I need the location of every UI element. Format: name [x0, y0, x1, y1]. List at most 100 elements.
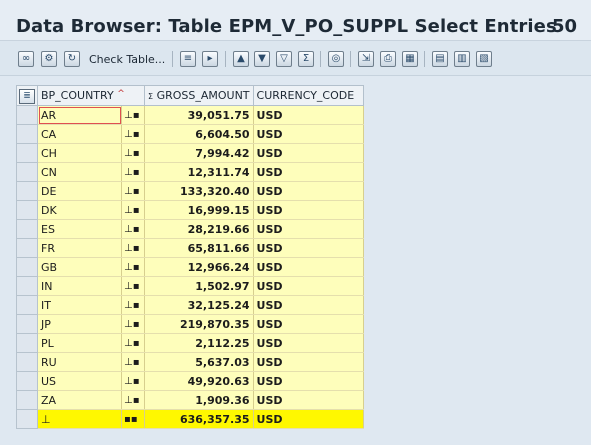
bp-country-cell[interactable]: CN: [37, 162, 122, 182]
table-row[interactable]: US ⊥▪ 49,920.63 USD: [16, 371, 364, 391]
row-selector[interactable]: [16, 200, 38, 220]
gross-amount-cell[interactable]: 6,604.50: [144, 124, 254, 144]
sort-ascending-icon[interactable]: ▲: [233, 50, 249, 68]
total-currency-cell[interactable]: USD: [253, 409, 364, 429]
filter-icon[interactable]: ▽: [276, 50, 292, 68]
table-row[interactable]: ES ⊥▪ 28,219.66 USD: [16, 219, 364, 239]
refresh-settings-icon[interactable]: ⚙: [41, 50, 57, 68]
currency-code-cell[interactable]: USD: [253, 295, 364, 315]
refresh-icon[interactable]: ↻: [64, 50, 80, 68]
subtotal-cell[interactable]: ⊥▪: [121, 257, 145, 277]
glasses-icon[interactable]: ∞: [18, 50, 34, 68]
bp-country-cell[interactable]: ZA: [37, 390, 122, 410]
change-layout-icon[interactable]: ▥: [454, 50, 470, 68]
subtotal-cell[interactable]: ⊥▪: [121, 105, 145, 125]
table-row[interactable]: CN ⊥▪ 12,311.74 USD: [16, 162, 364, 182]
subtotal-cell[interactable]: ⊥▪: [121, 200, 145, 220]
row-selector[interactable]: [16, 105, 38, 125]
table-row[interactable]: AR ⊥▪ 39,051.75 USD: [16, 105, 364, 125]
currency-code-cell[interactable]: USD: [253, 162, 364, 182]
subtotal-cell[interactable]: ⊥▪: [121, 276, 145, 296]
print-icon[interactable]: ⎙: [380, 50, 396, 68]
row-selector[interactable]: [16, 181, 38, 201]
currency-code-cell[interactable]: USD: [253, 219, 364, 239]
subtotal-cell[interactable]: ⊥▪: [121, 238, 145, 258]
row-selector[interactable]: [16, 409, 38, 429]
currency-code-cell[interactable]: USD: [253, 390, 364, 410]
select-all-cell[interactable]: ≣: [16, 85, 38, 106]
currency-code-cell[interactable]: USD: [253, 257, 364, 277]
row-selector[interactable]: [16, 238, 38, 258]
table-row[interactable]: IT ⊥▪ 32,125.24 USD: [16, 295, 364, 315]
total-row[interactable]: ⊥ ▪▪ 636,357.35 USD: [16, 409, 364, 429]
details-icon[interactable]: ≡: [180, 50, 196, 68]
gross-amount-cell[interactable]: 12,311.74: [144, 162, 254, 182]
bp-country-cell[interactable]: US: [37, 371, 122, 391]
bp-country-cell[interactable]: ES: [37, 219, 122, 239]
subtotal-cell[interactable]: ⊥▪: [121, 314, 145, 334]
gross-amount-cell[interactable]: 49,920.63: [144, 371, 254, 391]
subtotal-cell[interactable]: ⊥▪: [121, 181, 145, 201]
subtotal-cell[interactable]: ⊥▪: [121, 390, 145, 410]
currency-code-cell[interactable]: USD: [253, 371, 364, 391]
table-row[interactable]: PL ⊥▪ 2,112.25 USD: [16, 333, 364, 353]
currency-code-cell[interactable]: USD: [253, 124, 364, 144]
bp-country-cell[interactable]: IN: [37, 276, 122, 296]
bp-country-cell[interactable]: RU: [37, 352, 122, 372]
subtotal-icon[interactable]: ◎: [328, 50, 344, 68]
row-selector[interactable]: [16, 333, 38, 353]
gross-amount-cell[interactable]: 1,502.97: [144, 276, 254, 296]
gross-amount-cell[interactable]: 32,125.24: [144, 295, 254, 315]
gross-amount-cell[interactable]: 39,051.75: [144, 105, 254, 125]
column-header-bp-country[interactable]: BP_COUNTRY ^: [37, 85, 145, 106]
currency-code-cell[interactable]: USD: [253, 276, 364, 296]
subtotal-cell[interactable]: ⊥▪: [121, 371, 145, 391]
row-selector[interactable]: [16, 276, 38, 296]
subtotal-cell[interactable]: ⊥▪: [121, 162, 145, 182]
subtotal-cell[interactable]: ⊥▪: [121, 143, 145, 163]
gross-amount-cell[interactable]: 1,909.36: [144, 390, 254, 410]
table-row[interactable]: CA ⊥▪ 6,604.50 USD: [16, 124, 364, 144]
row-selector[interactable]: [16, 124, 38, 144]
row-selector[interactable]: [16, 257, 38, 277]
bp-country-cell[interactable]: CH: [37, 143, 122, 163]
subtotal-cell[interactable]: ⊥▪: [121, 124, 145, 144]
bp-country-cell[interactable]: AR: [37, 105, 122, 125]
table-row[interactable]: DE ⊥▪ 133,320.40 USD: [16, 181, 364, 201]
table-row[interactable]: DK ⊥▪ 16,999.15 USD: [16, 200, 364, 220]
table-row[interactable]: ZA ⊥▪ 1,909.36 USD: [16, 390, 364, 410]
table-row[interactable]: JP ⊥▪ 219,870.35 USD: [16, 314, 364, 334]
table-row[interactable]: CH ⊥▪ 7,994.42 USD: [16, 143, 364, 163]
sum-icon[interactable]: Σ: [298, 50, 314, 68]
gross-amount-cell[interactable]: 133,320.40: [144, 181, 254, 201]
table-row[interactable]: IN ⊥▪ 1,502.97 USD: [16, 276, 364, 296]
gross-amount-cell[interactable]: 28,219.66: [144, 219, 254, 239]
row-selector[interactable]: [16, 143, 38, 163]
layout-select-icon[interactable]: ≣: [19, 88, 35, 104]
currency-code-cell[interactable]: USD: [253, 333, 364, 353]
column-header-currency-code[interactable]: CURRENCY_CODE: [252, 85, 364, 106]
gross-amount-cell[interactable]: 12,966.24: [144, 257, 254, 277]
row-selector[interactable]: [16, 295, 38, 315]
table-row[interactable]: FR ⊥▪ 65,811.66 USD: [16, 238, 364, 258]
gross-amount-cell[interactable]: 219,870.35: [144, 314, 254, 334]
layout-icon[interactable]: ▤: [432, 50, 448, 68]
row-selector[interactable]: [16, 390, 38, 410]
check-table-button[interactable]: Check Table...: [89, 50, 165, 68]
subtotal-cell[interactable]: ⊥▪: [121, 219, 145, 239]
gross-amount-cell[interactable]: 7,994.42: [144, 143, 254, 163]
gross-amount-cell[interactable]: 16,999.15: [144, 200, 254, 220]
subtotal-cell[interactable]: ⊥▪: [121, 352, 145, 372]
row-selector[interactable]: [16, 371, 38, 391]
view-icon[interactable]: ▦: [402, 50, 418, 68]
gross-amount-cell[interactable]: 65,811.66: [144, 238, 254, 258]
bp-country-cell[interactable]: FR: [37, 238, 122, 258]
currency-code-cell[interactable]: USD: [253, 200, 364, 220]
save-layout-icon[interactable]: ▧: [476, 50, 492, 68]
currency-code-cell[interactable]: USD: [253, 238, 364, 258]
row-selector[interactable]: [16, 314, 38, 334]
row-selector[interactable]: [16, 162, 38, 182]
currency-code-cell[interactable]: USD: [253, 143, 364, 163]
currency-code-cell[interactable]: USD: [253, 105, 364, 125]
select-icon[interactable]: ▸: [202, 50, 218, 68]
